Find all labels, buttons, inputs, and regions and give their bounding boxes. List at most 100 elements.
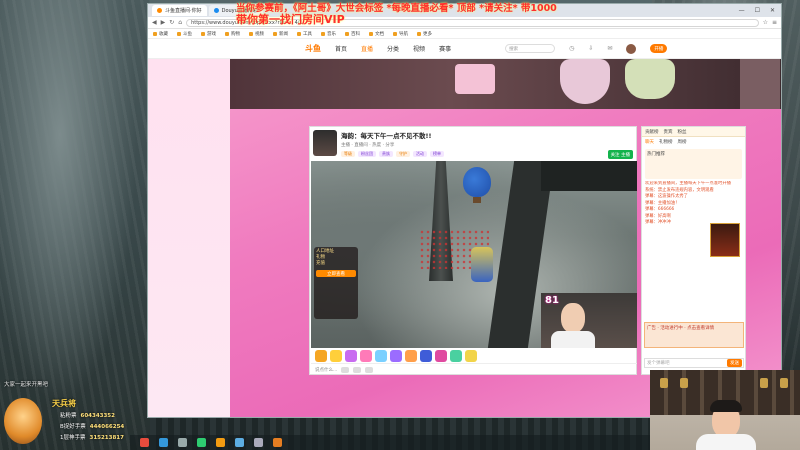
gift-item[interactable] [420,349,432,362]
bookmark-item[interactable]: 工具 [297,31,312,37]
nav-esports[interactable]: 赛事 [439,44,451,53]
gift-item[interactable] [390,349,402,362]
room-tag[interactable]: 贵族 [379,151,393,157]
bookmark-icon [249,31,253,36]
banner-figure [625,59,675,99]
tag-row: 等级 粉丝团 贵族 守护 活动 榜单 [341,151,444,157]
bookmark-item[interactable]: 导航 [393,31,408,37]
stat-label: B捉好手票 [60,424,86,430]
tab-chat[interactable]: 聊天 [645,139,654,145]
app-icon[interactable] [178,438,187,447]
room-tag[interactable]: 活动 [413,151,427,157]
figurine [780,378,788,388]
streamer-face [561,303,585,333]
overlay-announcement-2: 带你第一找门房间VIP [236,13,345,26]
minimize-button[interactable]: — [739,7,745,14]
bookmark-item[interactable]: 购物 [225,31,240,37]
app-icon[interactable] [197,438,206,447]
home-icon[interactable]: ⌂ [178,19,182,26]
chat-tabs: 聊天 礼物榜 周榜 [642,137,745,147]
emoji-icon[interactable] [341,367,350,373]
refresh-icon[interactable]: ↻ [169,19,174,26]
player-header: 海韵：每天下午一点不见不散!! 主播 · 直播间 · 热度 · 分享 等级 粉丝… [310,127,636,160]
gift-item[interactable] [345,349,357,362]
chat-ad-box[interactable]: 广告 · 活动进行中 · 点击查看详情 [644,322,744,348]
app-icon[interactable] [140,438,149,447]
tab-weekly[interactable]: 周榜 [678,139,687,145]
balloon-icon [463,167,491,203]
menu-icon[interactable]: ≡ [772,19,777,26]
bookmark-item[interactable]: 收藏 [153,31,168,37]
tab-gift-rank[interactable]: 礼物榜 [659,139,673,145]
nav-home[interactable]: 首页 [335,44,347,53]
nav-live[interactable]: 直播 [361,44,373,53]
bookmark-item[interactable]: 新闻 [273,31,288,37]
bookmark-item[interactable]: 游戏 [201,31,216,37]
download-icon[interactable]: ⇩ [588,45,593,52]
bookmark-icon [369,31,373,36]
chat-recommend-title: 热门推荐 [647,152,665,157]
bookmark-icon [177,31,181,36]
maximize-button[interactable]: ☐ [755,7,760,14]
forward-icon[interactable]: ▶ [161,19,166,26]
nav-video[interactable]: 视频 [413,44,425,53]
fullscreen-icon[interactable] [365,367,374,373]
room-tag[interactable]: 守护 [396,151,410,157]
mascot-icon [4,398,42,444]
history-icon[interactable]: ◷ [569,45,574,52]
bookmark-icon [297,31,301,36]
bookmark-icon [201,31,205,36]
back-icon[interactable]: ◀ [152,19,157,26]
chat-top-tab[interactable]: 贡献榜 [645,129,659,135]
streamer-camera: 81 [541,293,637,348]
start-stream-button[interactable]: 开播 [650,44,668,53]
gift-overlay-button[interactable]: 立即查看 [316,270,356,277]
screen: 斗鱼直播间·你好 Douyu直播精彩 — ☐ ✕ ◀ ▶ ↻ ⌂ https:/… [0,0,800,450]
bookmark-item[interactable]: 斗鱼 [177,31,192,37]
stat-label: 1层神手票 [60,435,86,441]
site-logo[interactable]: 斗鱼 [305,43,321,54]
chat-badge-image [710,223,740,257]
search-input[interactable]: 搜索 [505,44,556,53]
gift-item[interactable] [330,349,342,362]
app-icon[interactable] [159,438,168,447]
subscribe-button[interactable]: 关注 主播 [607,150,633,159]
bookmark-icon [345,31,349,36]
chat-top-tab[interactable]: 粉丝 [678,129,687,135]
bookmark-item[interactable]: 百科 [345,31,360,37]
gift-item[interactable] [405,349,417,362]
message-icon[interactable]: ✉ [607,45,612,52]
gift-item[interactable] [375,349,387,362]
bookmark-item[interactable]: 更多 [417,31,432,37]
nav-category[interactable]: 分类 [387,44,399,53]
chat-recommend[interactable]: 热门推荐 [645,149,742,179]
close-button[interactable]: ✕ [770,7,775,14]
app-icon[interactable] [216,438,225,447]
gift-item[interactable] [360,349,372,362]
tab-douyu[interactable]: 斗鱼直播间·你好 [152,5,207,16]
star-icon[interactable]: ☆ [763,19,768,26]
app-icon[interactable] [254,438,263,447]
gift-item[interactable] [450,349,462,362]
banner-figure [740,59,780,109]
streamer-avatar[interactable] [313,130,337,156]
bookmark-item[interactable]: 文档 [369,31,384,37]
gift-overlay[interactable]: 人口地址 礼物 充值 立即查看 [314,247,358,319]
room-tag[interactable]: 榜单 [430,151,444,157]
room-tag[interactable]: 粉丝团 [358,151,376,157]
user-avatar[interactable] [626,43,637,54]
app-icon[interactable] [235,438,244,447]
settings-icon[interactable] [353,367,362,373]
bookmark-item[interactable]: 音乐 [321,31,336,37]
chat-top-tab[interactable]: 贵宾 [664,129,673,135]
player-input[interactable]: 说点什么... [315,367,337,373]
bookmark-icon [225,31,229,36]
video-frame[interactable]: 人口地址 礼物 充值 立即查看 81 [311,161,637,348]
app-icon[interactable] [273,438,282,447]
send-button[interactable]: 发送 [727,359,742,367]
room-tag[interactable]: 等级 [341,151,355,157]
gift-item[interactable] [465,349,477,362]
gift-item[interactable] [315,349,327,362]
bookmark-item[interactable]: 视频 [249,31,264,37]
gift-item[interactable] [435,349,447,362]
